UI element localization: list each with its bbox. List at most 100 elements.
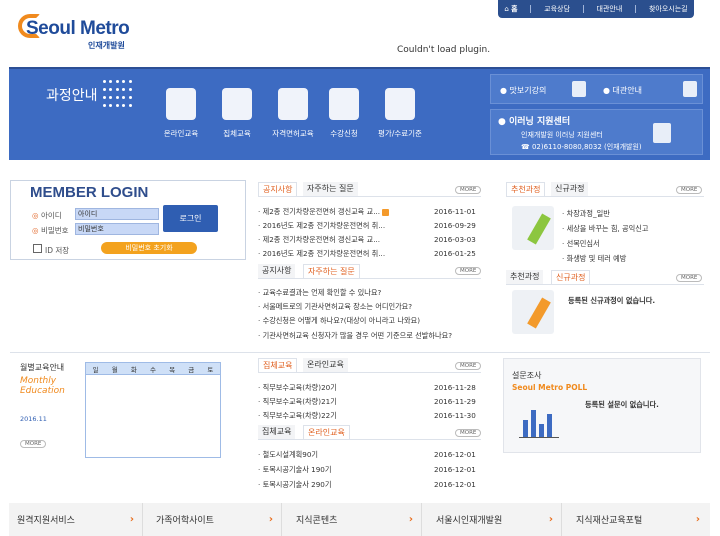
- list-item-date: 2016-11-01: [434, 207, 476, 216]
- online-more-button[interactable]: MORE: [455, 429, 482, 437]
- logo-text[interactable]: Seoul Metro: [26, 18, 130, 40]
- list-item[interactable]: · 토목시공기술사 290기: [258, 480, 331, 490]
- list-item[interactable]: · 세상을 바꾸는 힘, 공익신고: [562, 224, 648, 234]
- list-item-date: 2016-09-29: [434, 221, 476, 230]
- divider: [258, 372, 481, 373]
- quick-link-family[interactable]: 가족어학사이트 ›: [148, 503, 282, 536]
- elearning-center-desc: 인재개발원 이러닝 지원센터: [521, 131, 603, 139]
- faq-more-button[interactable]: MORE: [455, 267, 482, 275]
- new-course-more-button[interactable]: MORE: [676, 274, 703, 282]
- tab-new-course[interactable]: 신규과정: [551, 182, 589, 196]
- home-link[interactable]: ⌂ 홈: [504, 4, 517, 14]
- top-nav: ⌂ 홈 교육상담 대관안내 찾아오시는길: [498, 0, 694, 18]
- tab-recommended[interactable]: 추천과정: [506, 182, 546, 196]
- poll-en-title: Seoul Metro POLL: [512, 383, 588, 392]
- list-item[interactable]: · 제2종 전기차량운전면허 갱신교육 교...: [258, 235, 380, 245]
- save-id-checkbox[interactable]: [33, 244, 42, 253]
- monthly-more-button[interactable]: MORE: [20, 440, 47, 448]
- list-item[interactable]: · 차장과정_일반: [562, 209, 610, 219]
- list-item[interactable]: · 철도시설계획90기: [258, 450, 318, 460]
- chevron-right-icon: ›: [408, 514, 413, 525]
- quick-link-knowledge[interactable]: 지식콘텐츠 ›: [288, 503, 422, 536]
- quick-link-seoul[interactable]: 서울시인재개발원 ›: [428, 503, 562, 536]
- list-item-date: 2016-12-01: [434, 480, 476, 489]
- pencil-icon: [329, 88, 359, 120]
- divider: [506, 196, 704, 197]
- rental-info-label[interactable]: ● 대관안내: [603, 85, 642, 96]
- divider: [258, 196, 481, 197]
- tab-faq[interactable]: 자주하는 질문: [303, 264, 360, 278]
- quick-link-remote[interactable]: 원격지원서비스 ›: [9, 503, 143, 536]
- menu-apply[interactable]: 수강신청: [322, 88, 366, 139]
- notebook-icon: [512, 290, 554, 334]
- tab-faq[interactable]: 자주하는 질문: [303, 182, 358, 196]
- tab-online[interactable]: 온라인교육: [303, 425, 350, 439]
- consult-link[interactable]: 교육상담: [544, 4, 570, 14]
- list-item[interactable]: · 직무보수교육(차량)20기: [258, 383, 337, 393]
- tab-notice[interactable]: 공지사항: [258, 264, 296, 278]
- list-item[interactable]: · 서울메트로의 기관사면허교육 장소는 어디인가요?: [258, 302, 412, 312]
- login-button[interactable]: 로그인: [163, 205, 218, 232]
- calendar-header: 일 월 화 수 목 금 토: [85, 362, 221, 375]
- tab-collective[interactable]: 집체교육: [258, 358, 298, 372]
- recommend-more-button[interactable]: MORE: [676, 186, 703, 194]
- list-item[interactable]: · 화생방 및 테러 예방: [562, 254, 626, 264]
- rental-link[interactable]: 대관안내: [597, 4, 623, 14]
- document-icon: [278, 88, 308, 120]
- poll-title: 설문조사: [512, 371, 542, 380]
- tab-notice[interactable]: 공지사항: [258, 182, 298, 196]
- menu-license[interactable]: 자격면허교육: [271, 88, 315, 139]
- copy-icon: [572, 81, 586, 97]
- password-input[interactable]: 비밀번호: [75, 223, 159, 235]
- empty-message: 등록된 신규과정이 없습니다.: [568, 296, 656, 305]
- list-item[interactable]: · 직무보수교육(차량)21기: [258, 397, 337, 407]
- list-item[interactable]: · 토목시공기술사 190기: [258, 465, 331, 475]
- list-item[interactable]: · 선목민심서: [562, 239, 600, 249]
- reset-password-button[interactable]: 비밀번호 초기화: [101, 242, 197, 254]
- divider: [582, 5, 584, 13]
- list-item[interactable]: · 기관사면허교육 신청자가 많을 경우 어떤 기준으로 선발하나요?: [258, 330, 466, 341]
- divider: [635, 5, 637, 13]
- list-item[interactable]: · 직무보수교육(차량)22기: [258, 411, 337, 421]
- list-item[interactable]: · 교육수료결과는 언제 확인할 수 있나요?: [258, 288, 381, 298]
- list-item[interactable]: · 수강신청은 어떻게 하나요?(대상이 아니라고 나와요): [258, 316, 420, 326]
- list-item[interactable]: · 2016년도 제2종 전기차량운전면허 취...: [258, 249, 385, 259]
- elearning-center-tel: ☎ 02)6110-8080,8032 (인재개발원): [521, 143, 642, 151]
- tab-new-course[interactable]: 신규과정: [551, 270, 591, 284]
- chevron-right-icon: ›: [268, 514, 273, 525]
- list-item-date: 2016-12-01: [434, 450, 476, 459]
- list-item-date: 2016-11-29: [434, 397, 476, 406]
- logo-subtitle: 인재개발원: [88, 41, 125, 50]
- list-item[interactable]: · 2016년도 제2종 전기차량운전면허 취...: [258, 221, 385, 231]
- tab-recommended[interactable]: 추천과정: [506, 270, 544, 284]
- plugin-error: Couldn't load plugin.: [397, 45, 491, 55]
- menu-online[interactable]: 온라인교육: [159, 88, 203, 139]
- calendar: [85, 362, 221, 458]
- password-label: ◎ 비밀번호: [32, 226, 69, 235]
- id-input[interactable]: 아이디: [75, 208, 159, 220]
- menu-collective[interactable]: 집체교육: [215, 88, 259, 139]
- divider: [506, 284, 704, 285]
- elearning-center-title: ● 이러닝 지원센터: [498, 117, 571, 127]
- monthly-en-title: Monthly Education: [20, 376, 65, 396]
- tab-collective[interactable]: 집체교육: [258, 425, 296, 439]
- monthly-title: 월별교육안내: [20, 363, 65, 372]
- menu-criteria[interactable]: 평가/수료기준: [378, 88, 422, 139]
- divider: [258, 278, 481, 279]
- notebook-icon: [512, 206, 554, 250]
- directions-link[interactable]: 찾아오시는길: [649, 4, 688, 14]
- save-id-label: ID 저장: [45, 246, 70, 255]
- list-item[interactable]: · 제2종 전기차량운전면허 갱신교육 교...: [258, 207, 390, 217]
- divider: [10, 352, 710, 353]
- notice-more-button[interactable]: MORE: [455, 186, 482, 194]
- e-book-icon: [166, 88, 196, 120]
- login-title: MEMBER LOGIN: [30, 184, 149, 201]
- collective-more-button[interactable]: MORE: [455, 362, 482, 370]
- divider: [530, 5, 532, 13]
- course-guide-title: 과정안내: [46, 88, 98, 104]
- dots-icon: [103, 80, 133, 110]
- chevron-right-icon: ›: [548, 514, 553, 525]
- tab-online[interactable]: 온라인교육: [303, 358, 348, 372]
- chevron-right-icon: ›: [129, 514, 134, 525]
- quick-link-ip[interactable]: 지식재산교육포털 ›: [568, 503, 708, 536]
